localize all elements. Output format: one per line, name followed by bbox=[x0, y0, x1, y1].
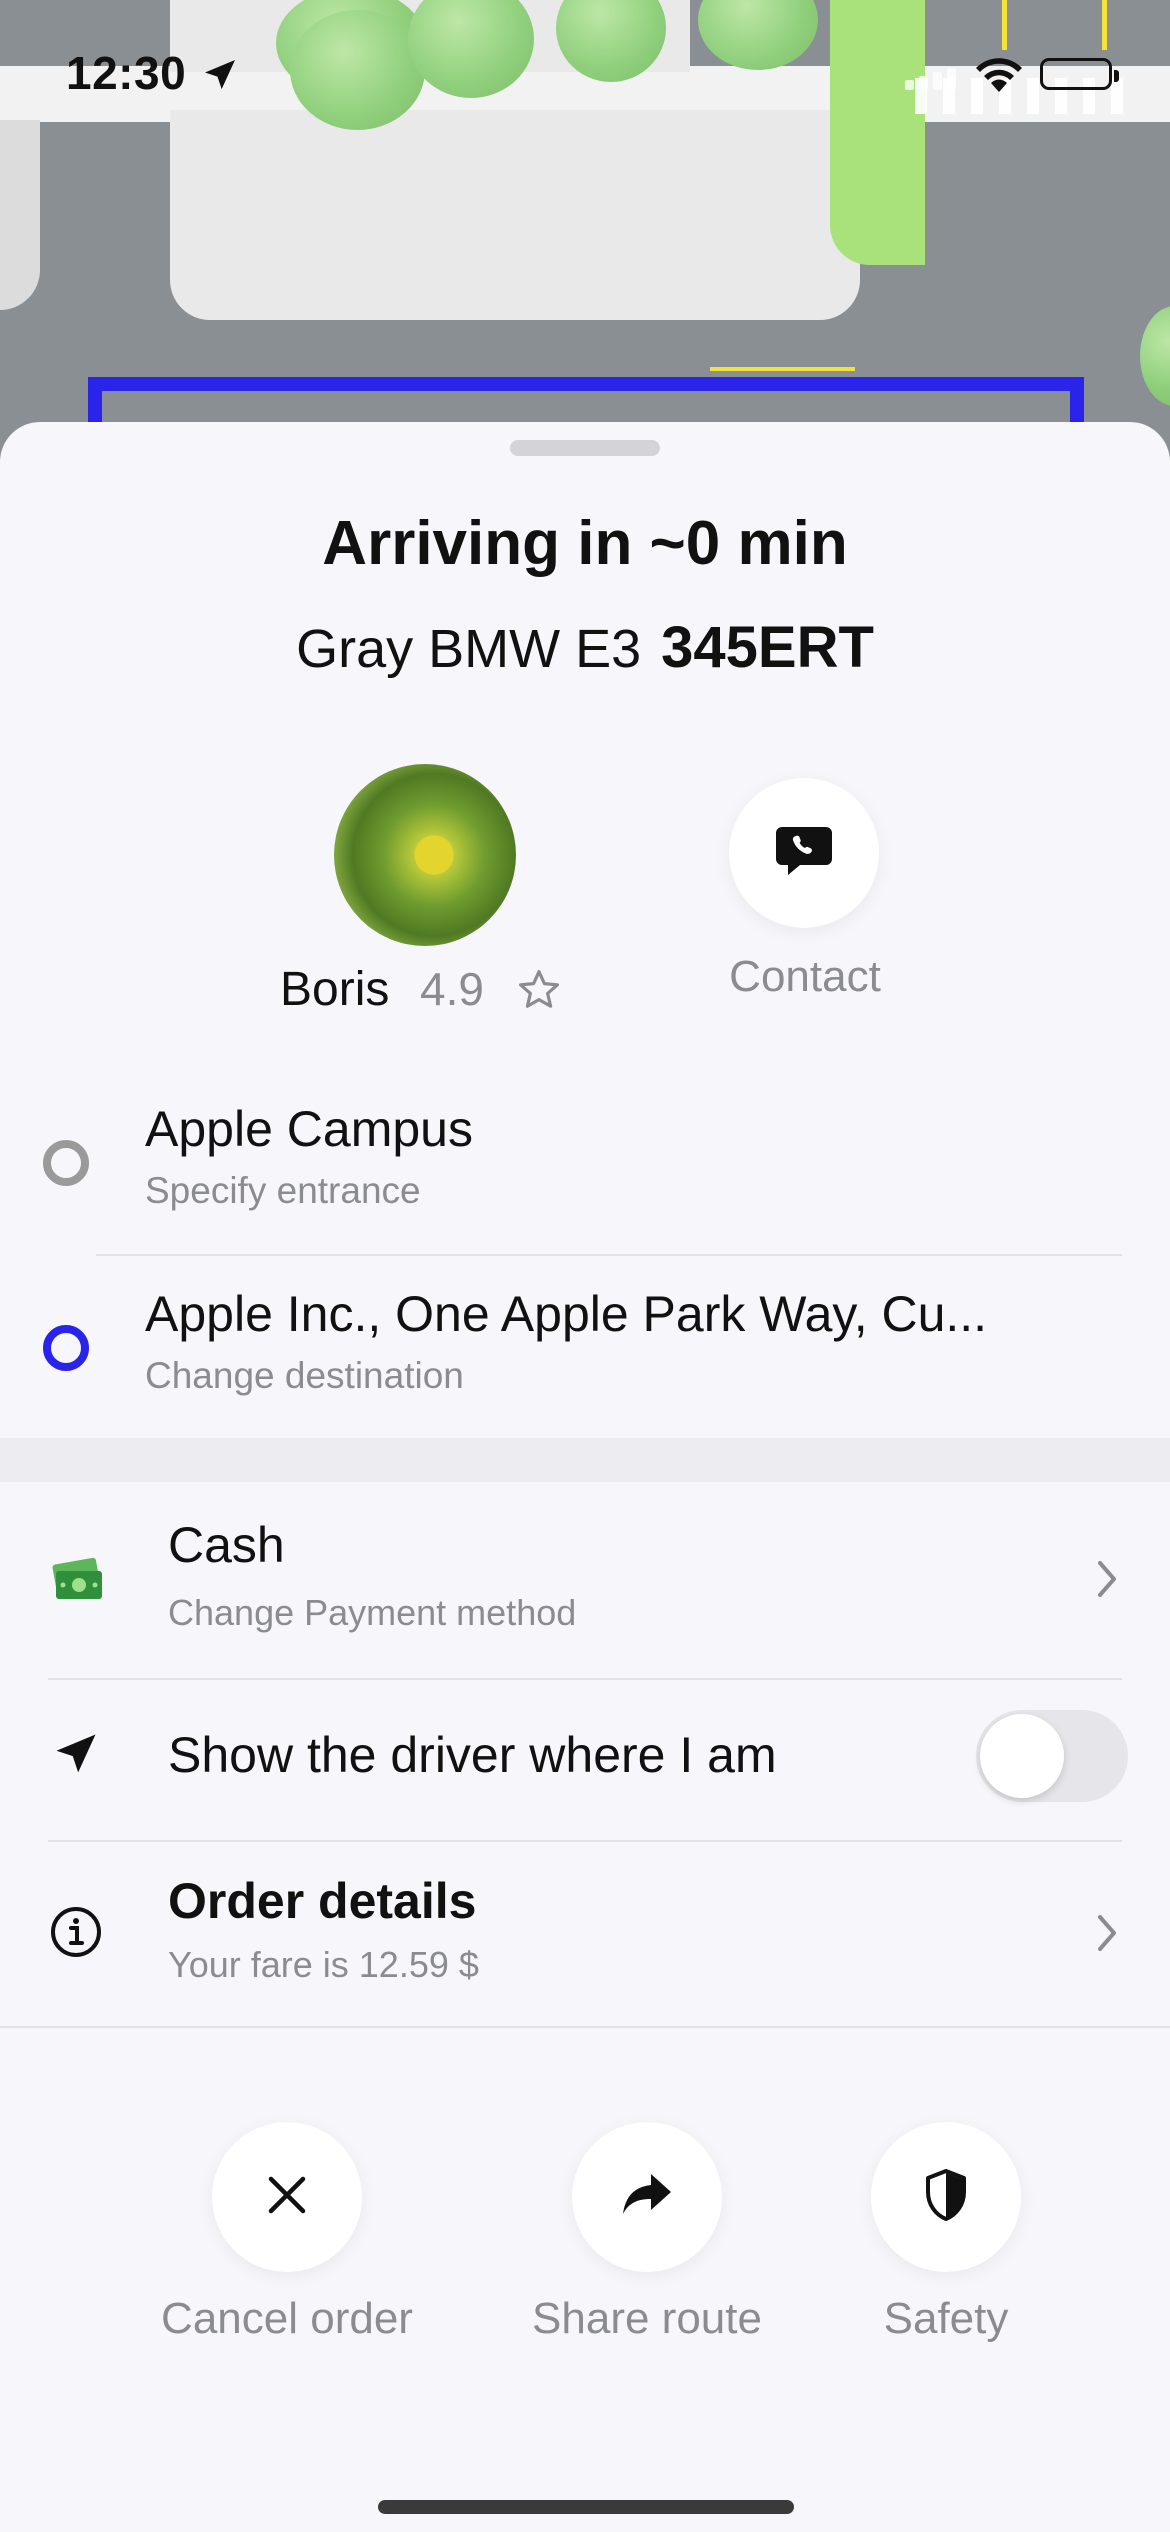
contact-label[interactable]: Contact bbox=[700, 952, 910, 1002]
status-bar: 12:30 bbox=[0, 0, 1170, 150]
cancel-order-label[interactable]: Cancel order bbox=[127, 2294, 447, 2344]
home-indicator[interactable] bbox=[378, 2500, 794, 2514]
info-icon bbox=[48, 1904, 104, 1960]
pickup-marker-icon bbox=[43, 1140, 89, 1186]
battery-icon bbox=[1040, 58, 1119, 90]
trip-sheet: Arriving in ~0 min Gray BMW E3 345ERT Bor… bbox=[0, 422, 1170, 2532]
chevron-right-icon[interactable] bbox=[1092, 1557, 1122, 1606]
map-tree bbox=[1140, 306, 1170, 406]
safety-label[interactable]: Safety bbox=[786, 2294, 1106, 2344]
payment-method-title[interactable]: Cash bbox=[168, 1516, 285, 1574]
order-details-title[interactable]: Order details bbox=[168, 1872, 476, 1930]
pickup-title[interactable]: Apple Campus bbox=[145, 1100, 473, 1158]
car-plate: 345ERT bbox=[661, 615, 874, 680]
sheet-grabber[interactable] bbox=[510, 440, 660, 456]
divider bbox=[48, 1840, 1122, 1842]
destination-marker-icon bbox=[43, 1325, 89, 1371]
star-outline-icon bbox=[515, 966, 563, 1019]
pickup-specify-entrance[interactable]: Specify entrance bbox=[145, 1170, 421, 1212]
share-route-label[interactable]: Share route bbox=[487, 2294, 807, 2344]
navigation-arrow-icon bbox=[48, 1726, 104, 1782]
safety-button[interactable] bbox=[871, 2122, 1021, 2272]
cancel-order-button[interactable] bbox=[212, 2122, 362, 2272]
driver-rating: 4.9 bbox=[420, 963, 484, 1015]
toggle-knob bbox=[980, 1714, 1064, 1798]
phone-message-icon bbox=[774, 823, 834, 884]
shield-icon bbox=[924, 2168, 968, 2227]
destination-title[interactable]: Apple Inc., One Apple Park Way, Cu... bbox=[145, 1285, 987, 1343]
share-arrow-icon bbox=[619, 2170, 675, 2225]
arrival-title: Arriving in ~0 min bbox=[322, 509, 848, 578]
cash-icon bbox=[48, 1550, 108, 1610]
map-lane-line bbox=[710, 367, 855, 371]
divider bbox=[48, 1678, 1122, 1680]
chevron-right-icon[interactable] bbox=[1092, 1911, 1122, 1960]
change-payment-method-link[interactable]: Change Payment method bbox=[168, 1592, 576, 1634]
fare-text: Your fare is 12.59 $ bbox=[168, 1944, 479, 1985]
change-destination-link[interactable]: Change destination bbox=[145, 1355, 464, 1397]
cellular-signal-icon bbox=[905, 66, 961, 95]
driver-name: Boris bbox=[280, 963, 390, 1016]
divider bbox=[96, 1254, 1122, 1256]
car-info: Gray BMW E3 345ERT bbox=[0, 614, 1170, 681]
contact-button[interactable] bbox=[729, 778, 879, 928]
driver-avatar[interactable] bbox=[334, 764, 516, 946]
divider bbox=[0, 2026, 1170, 2028]
status-time: 12:30 bbox=[66, 47, 187, 99]
wifi-icon bbox=[972, 54, 1026, 99]
car-model: Gray BMW E3 bbox=[296, 619, 642, 679]
share-location-toggle[interactable] bbox=[976, 1710, 1128, 1802]
share-route-button[interactable] bbox=[572, 2122, 722, 2272]
location-arrow-icon bbox=[200, 55, 240, 100]
close-icon bbox=[263, 2171, 311, 2224]
share-location-label: Show the driver where I am bbox=[168, 1727, 777, 1783]
section-separator bbox=[0, 1438, 1170, 1482]
